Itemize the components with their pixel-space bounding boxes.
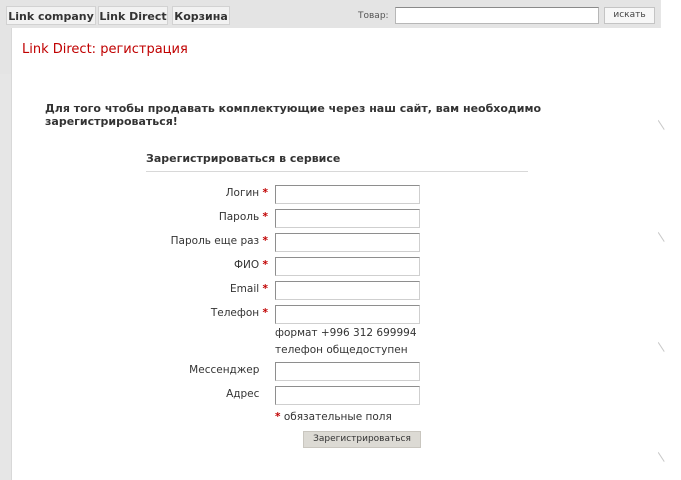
divider bbox=[146, 171, 528, 172]
required-marker: * bbox=[262, 307, 269, 319]
required-note-text: обязательные поля bbox=[283, 411, 392, 423]
field-label: Пароль еще раз bbox=[170, 235, 260, 247]
required-marker: * bbox=[262, 235, 269, 247]
field-label: Пароль bbox=[218, 211, 260, 223]
top-nav-bar: Link company Link Direct Корзина Товар: … bbox=[0, 0, 660, 28]
required-fields-note: * обязательные поля bbox=[275, 411, 392, 423]
field-label: Адрес bbox=[226, 388, 260, 400]
field-label: ФИО bbox=[233, 259, 260, 271]
fullname-field[interactable] bbox=[275, 257, 420, 276]
tab-link-company[interactable]: Link company bbox=[6, 6, 96, 25]
field-label: Логин bbox=[225, 187, 260, 199]
phone-field[interactable] bbox=[275, 305, 420, 324]
search-label: Товар: bbox=[358, 11, 389, 21]
login-field[interactable] bbox=[275, 185, 420, 204]
required-marker: * bbox=[275, 411, 281, 423]
phone-format-hint: формат +996 312 699994 bbox=[275, 327, 417, 339]
messenger-field[interactable] bbox=[275, 362, 420, 381]
form-title: Зарегистрироваться в сервисе bbox=[146, 152, 341, 165]
required-marker: * bbox=[262, 259, 269, 271]
register-button[interactable]: Зарегистрироваться bbox=[303, 431, 421, 448]
email-label: Email * bbox=[136, 283, 268, 295]
messenger-label: Мессенджер * bbox=[136, 364, 268, 376]
search-input[interactable] bbox=[395, 7, 599, 24]
password-field[interactable] bbox=[275, 209, 420, 228]
phone-label: Телефон * bbox=[136, 307, 268, 319]
phone-public-hint: телефон общедоступен bbox=[275, 344, 408, 356]
field-label: Мессенджер bbox=[189, 364, 260, 376]
fullname-label: ФИО * bbox=[136, 259, 268, 271]
password-label: Пароль * bbox=[136, 211, 268, 223]
field-label: Email bbox=[230, 283, 260, 295]
required-marker: * bbox=[262, 187, 269, 199]
email-field[interactable] bbox=[275, 281, 420, 300]
tab-cart[interactable]: Корзина bbox=[172, 6, 230, 25]
required-marker: * bbox=[262, 283, 269, 295]
field-label: Телефон bbox=[210, 307, 260, 319]
password-repeat-label: Пароль еще раз * bbox=[136, 235, 268, 247]
address-field[interactable] bbox=[275, 386, 420, 405]
required-marker: * bbox=[262, 211, 269, 223]
intro-text: Для того чтобы продавать комплектующие ч… bbox=[45, 102, 542, 128]
right-edge: / / / / bbox=[654, 0, 681, 480]
tab-link-direct[interactable]: Link Direct bbox=[98, 6, 168, 25]
password-repeat-field[interactable] bbox=[275, 233, 420, 252]
address-label: Адрес * bbox=[136, 388, 268, 400]
search-button[interactable]: искать bbox=[604, 7, 655, 24]
left-gutter bbox=[0, 28, 11, 74]
page-title: Link Direct: регистрация bbox=[22, 42, 188, 57]
login-label: Логин * bbox=[136, 187, 268, 199]
